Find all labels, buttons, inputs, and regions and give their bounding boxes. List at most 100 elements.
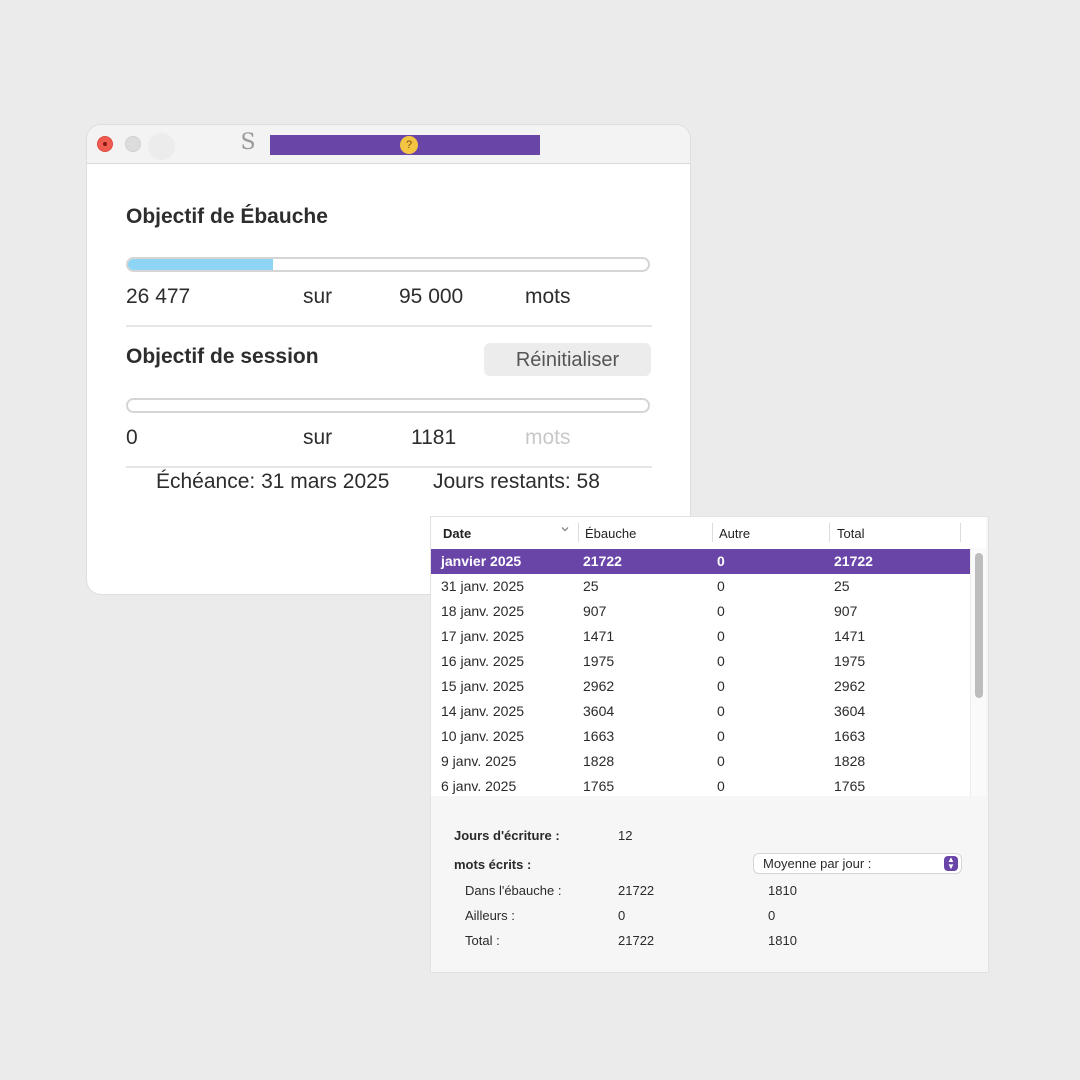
average-select-label: Moyenne par jour : bbox=[763, 856, 872, 871]
cell-ebauche: 21722 bbox=[583, 553, 622, 569]
in-draft-average: 1810 bbox=[768, 883, 797, 898]
session-progress-bar bbox=[126, 398, 650, 413]
close-icon[interactable] bbox=[97, 136, 113, 152]
stepper-icon[interactable]: ▲ ▼ bbox=[944, 856, 958, 871]
table-row[interactable]: 14 janv. 2025 3604 0 3604 bbox=[431, 699, 970, 724]
days-left-text: Jours restants: 58 bbox=[433, 470, 600, 493]
column-divider bbox=[829, 523, 830, 542]
stats-summary: Jours d'écriture : 12 mots écrits : Moye… bbox=[431, 799, 988, 969]
words-written-label: mots écrits : bbox=[454, 857, 532, 872]
cell-total: 3604 bbox=[834, 703, 866, 719]
session-goal-title: Objectif de session bbox=[126, 345, 319, 368]
cell-total: 25 bbox=[834, 578, 850, 594]
cell-total: 2962 bbox=[834, 678, 866, 694]
cell-date: 14 janv. 2025 bbox=[441, 703, 525, 719]
draft-unit-label: mots bbox=[525, 285, 571, 308]
cell-total: 21722 bbox=[834, 553, 873, 569]
history-table: 6 janv. 2025 1765 0 1765 9 janv. 2025 1828 0 18… bbox=[431, 548, 986, 796]
elsewhere-label: Ailleurs : bbox=[465, 908, 515, 923]
zoom-icon[interactable] bbox=[148, 133, 175, 160]
table-row[interactable]: 16 janv. 2025 1975 0 1975 bbox=[431, 649, 970, 674]
writing-history-panel: Date Ébauche Autre Total 6 janv. 2025 176… bbox=[431, 517, 988, 972]
total-value: 21722 bbox=[618, 933, 655, 948]
cell-ebauche: 907 bbox=[583, 603, 607, 619]
cell-date: 17 janv. 2025 bbox=[441, 628, 525, 644]
draft-progress-bar bbox=[126, 257, 650, 272]
divider bbox=[126, 466, 652, 468]
session-unit-label: mots bbox=[525, 426, 571, 449]
cell-date: 16 janv. 2025 bbox=[441, 653, 525, 669]
cell-autre: 0 bbox=[717, 728, 725, 744]
draft-of-label: sur bbox=[303, 285, 333, 308]
cell-total: 1828 bbox=[834, 753, 866, 769]
chevron-down-icon[interactable] bbox=[561, 525, 569, 533]
table-row[interactable]: 10 janv. 2025 1663 0 1663 bbox=[431, 724, 970, 749]
cell-date: 18 janv. 2025 bbox=[441, 603, 525, 619]
cell-date: 31 janv. 2025 bbox=[441, 578, 525, 594]
session-target-count[interactable]: 1181 bbox=[411, 426, 456, 450]
window-title: ? bbox=[270, 135, 540, 155]
cell-ebauche: 1975 bbox=[583, 653, 615, 669]
cell-autre: 0 bbox=[717, 628, 725, 644]
cell-autre: 0 bbox=[717, 653, 725, 669]
cell-total: 1975 bbox=[834, 653, 866, 669]
elsewhere-average: 0 bbox=[768, 908, 776, 923]
in-draft-value: 21722 bbox=[618, 883, 655, 898]
column-divider bbox=[578, 523, 579, 542]
cell-date: 9 janv. 2025 bbox=[441, 753, 517, 769]
in-draft-label: Dans l'ébauche : bbox=[465, 883, 562, 898]
cell-ebauche: 2962 bbox=[583, 678, 615, 694]
total-average: 1810 bbox=[768, 933, 797, 948]
cell-ebauche: 25 bbox=[583, 578, 599, 594]
cell-autre: 0 bbox=[717, 703, 725, 719]
cell-total: 907 bbox=[834, 603, 858, 619]
cell-ebauche: 1471 bbox=[583, 628, 615, 644]
cell-autre: 0 bbox=[717, 678, 725, 694]
writing-days-value: 12 bbox=[618, 828, 633, 843]
cell-total: 1471 bbox=[834, 628, 866, 644]
table-row[interactable]: 18 janv. 2025 907 0 907 bbox=[431, 599, 970, 624]
draft-current-count: 26 477 bbox=[126, 285, 191, 308]
cell-total: 1765 bbox=[834, 778, 866, 794]
cell-autre: 0 bbox=[717, 553, 725, 569]
cell-ebauche: 1828 bbox=[583, 753, 615, 769]
title-bar: S ? bbox=[87, 125, 690, 164]
writing-days-label: Jours d'écriture : bbox=[454, 828, 560, 843]
draft-progress-fill bbox=[128, 259, 274, 270]
minimize-icon[interactable] bbox=[125, 136, 141, 152]
average-select[interactable]: Moyenne par jour : ▲ ▼ bbox=[754, 854, 961, 873]
draft-target-count[interactable]: 95 000 bbox=[399, 285, 463, 309]
cell-date: 6 janv. 2025 bbox=[441, 778, 517, 794]
table-header: Date Ébauche Autre Total bbox=[431, 517, 986, 549]
column-divider bbox=[960, 523, 961, 542]
cell-ebauche: 1765 bbox=[583, 778, 615, 794]
total-label: Total : bbox=[465, 933, 500, 948]
table-row[interactable]: 17 janv. 2025 1471 0 1471 bbox=[431, 624, 970, 649]
table-row[interactable]: 15 janv. 2025 2962 0 2962 bbox=[431, 674, 970, 699]
draft-goal-title: Objectif de Ébauche bbox=[126, 205, 328, 228]
cell-autre: 0 bbox=[717, 603, 725, 619]
scrollbar-thumb[interactable] bbox=[975, 553, 983, 698]
cell-autre: 0 bbox=[717, 778, 725, 794]
cell-autre: 0 bbox=[717, 578, 725, 594]
session-current-count: 0 bbox=[126, 426, 138, 449]
table-row[interactable]: 9 janv. 2025 1828 0 1828 bbox=[431, 749, 970, 774]
column-header-total[interactable]: Total bbox=[837, 526, 864, 541]
cell-ebauche: 1663 bbox=[583, 728, 615, 744]
cell-autre: 0 bbox=[717, 753, 725, 769]
reset-button[interactable]: Réinitialiser bbox=[484, 343, 651, 376]
divider bbox=[126, 325, 652, 327]
column-header-date[interactable]: Date bbox=[443, 526, 471, 541]
scrivener-app-icon: S bbox=[240, 130, 256, 155]
scrollbar[interactable] bbox=[970, 548, 986, 796]
column-header-autre[interactable]: Autre bbox=[719, 526, 750, 541]
table-row[interactable]: 6 janv. 2025 1765 0 1765 bbox=[431, 774, 970, 796]
table-row[interactable]: 31 janv. 2025 25 0 25 bbox=[431, 574, 970, 599]
session-of-label: sur bbox=[303, 426, 333, 449]
table-row[interactable]: janvier 2025 21722 0 21722 bbox=[431, 549, 970, 574]
column-divider bbox=[712, 523, 713, 542]
cell-date: janvier 2025 bbox=[441, 553, 522, 569]
deadline-text: Échéance: 31 mars 2025 bbox=[156, 470, 390, 493]
column-header-ebauche[interactable]: Ébauche bbox=[585, 526, 636, 541]
emoji-icon: ? bbox=[400, 136, 418, 154]
